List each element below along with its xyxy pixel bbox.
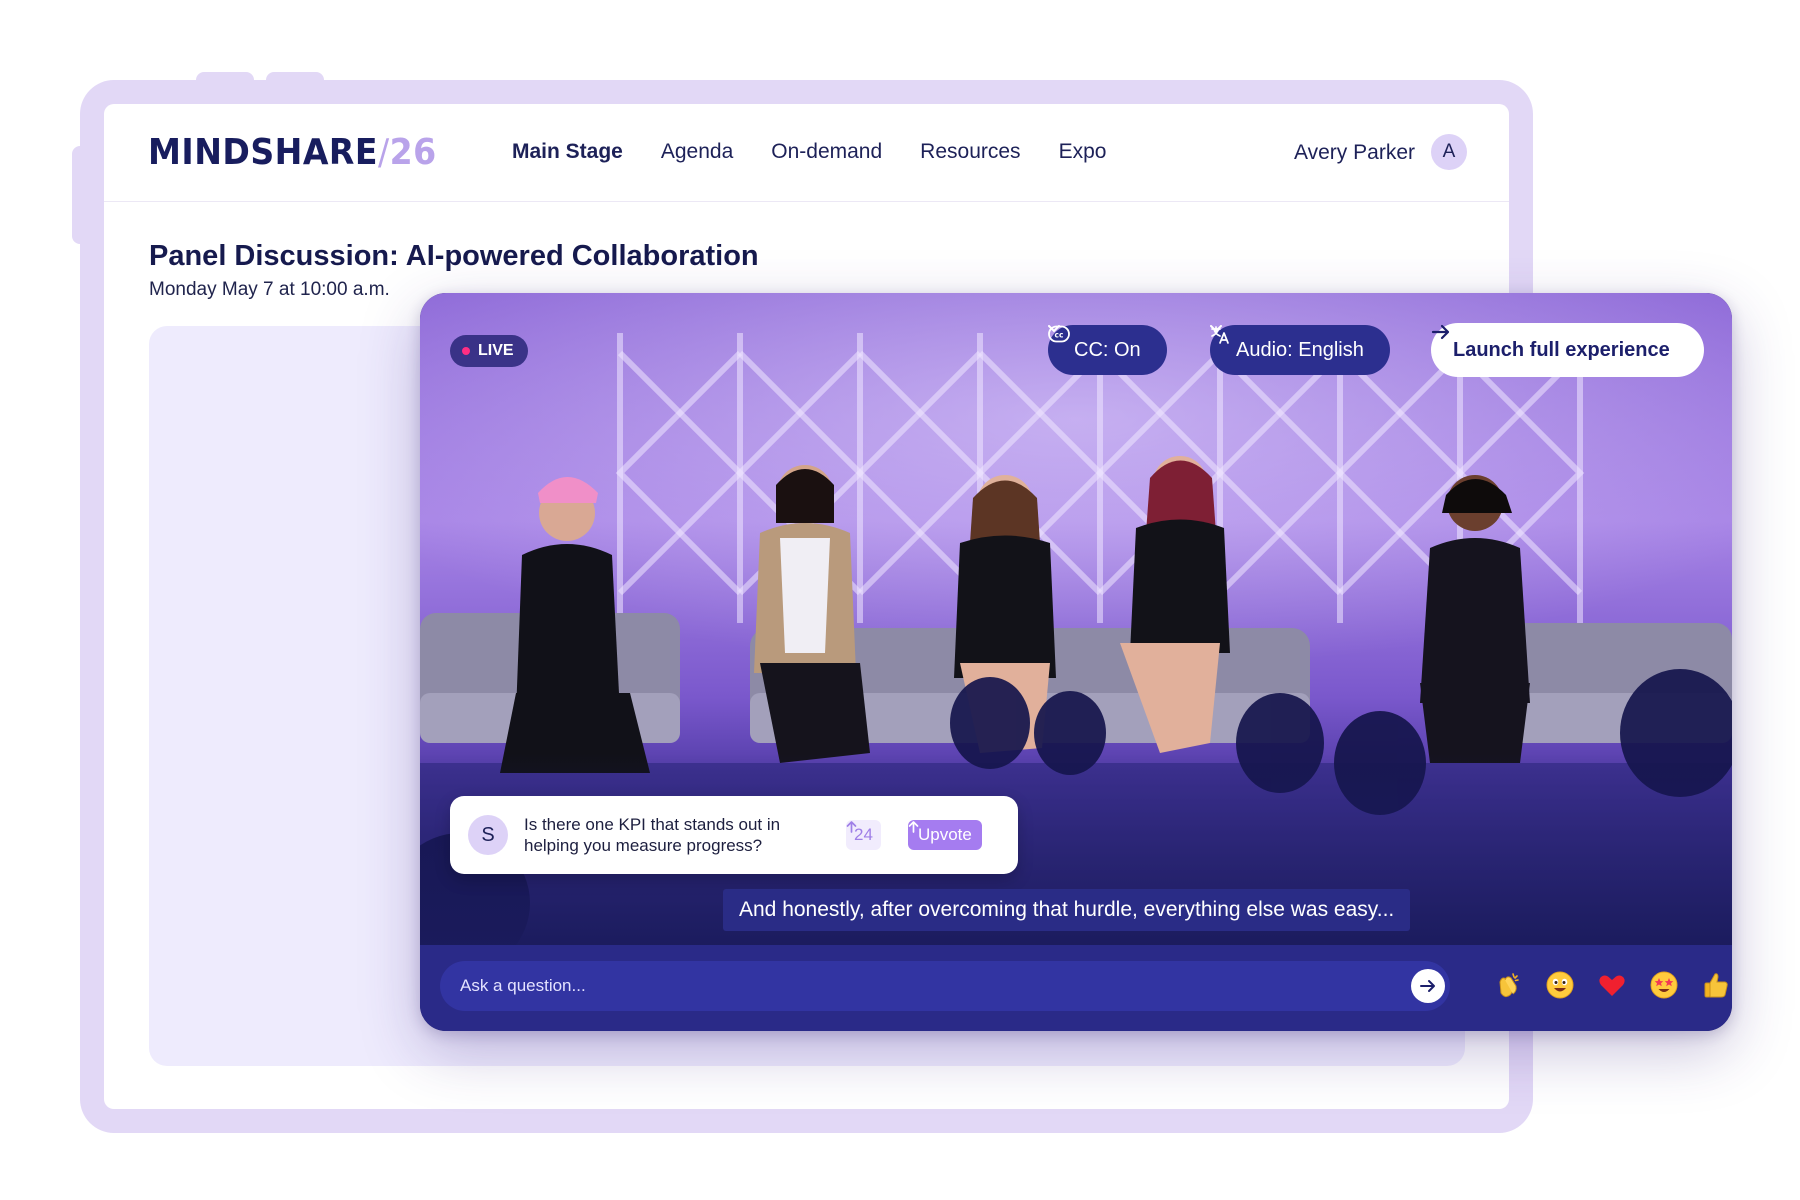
- audience-question-card: S Is there one KPI that stands out in he…: [450, 796, 1018, 874]
- upvote-button[interactable]: Upvote: [908, 820, 982, 850]
- live-video-player: LIVE cc CC: On Audio: English Launch ful…: [420, 293, 1732, 1031]
- user-name[interactable]: Avery Parker: [1294, 141, 1415, 165]
- live-badge: LIVE: [450, 335, 528, 367]
- ask-question-input[interactable]: [440, 961, 1450, 1011]
- red-heart-icon[interactable]: [1596, 969, 1628, 1001]
- frame-tab: [266, 72, 324, 86]
- brand-separator: /: [377, 132, 390, 173]
- question-text: Is there one KPI that stands out in help…: [524, 815, 781, 855]
- live-label: LIVE: [478, 342, 514, 359]
- question-author-avatar: S: [468, 815, 508, 855]
- thumbs-up-icon[interactable]: [1700, 969, 1732, 1001]
- upvote-label: Upvote: [918, 825, 972, 844]
- arrow-right-icon: [1420, 980, 1435, 992]
- session-time: Monday May 7 at 10:00 a.m.: [149, 279, 390, 300]
- video-stage[interactable]: LIVE cc CC: On Audio: English Launch ful…: [420, 293, 1732, 945]
- audio-language-dropdown[interactable]: Audio: English: [1210, 325, 1390, 375]
- user-avatar[interactable]: A: [1431, 134, 1467, 170]
- nav-item-resources[interactable]: Resources: [920, 140, 1020, 164]
- brand-logo[interactable]: MINDSHARE/26: [148, 132, 437, 173]
- grinning-face-icon[interactable]: [1544, 969, 1576, 1001]
- star-struck-icon[interactable]: [1648, 969, 1680, 1001]
- frame-tab: [196, 72, 254, 86]
- launch-label: Launch full experience: [1453, 338, 1670, 361]
- brand-name: MINDSHARE: [148, 132, 378, 173]
- arrow-up-icon: [846, 821, 857, 833]
- reaction-bar: [1492, 969, 1732, 1001]
- clapping-hands-icon[interactable]: [1492, 969, 1524, 1001]
- upvote-count: 24: [846, 820, 881, 850]
- audio-language-label: Audio: English: [1236, 338, 1364, 361]
- brand-year: 26: [389, 132, 437, 173]
- closed-captions-dropdown[interactable]: cc CC: On: [1048, 325, 1167, 375]
- interaction-bar: [420, 945, 1732, 1031]
- arrow-up-icon: [908, 821, 919, 833]
- nav-item-main-stage[interactable]: Main Stage: [512, 140, 623, 164]
- launch-full-experience-button[interactable]: Launch full experience: [1431, 323, 1704, 377]
- nav-links: Main Stage Agenda On-demand Resources Ex…: [512, 140, 1106, 164]
- live-indicator-dot: [462, 347, 470, 355]
- nav-item-agenda[interactable]: Agenda: [661, 140, 733, 164]
- live-caption: And honestly, after overcoming that hurd…: [723, 889, 1411, 931]
- send-question-button[interactable]: [1411, 969, 1445, 1003]
- top-navigation: MINDSHARE/26 Main Stage Agenda On-demand…: [104, 104, 1509, 202]
- frame-side-tab: [72, 146, 88, 244]
- nav-item-on-demand[interactable]: On-demand: [771, 140, 882, 164]
- nav-item-expo[interactable]: Expo: [1059, 140, 1107, 164]
- session-title: Panel Discussion: AI-powered Collaborati…: [149, 240, 759, 272]
- closed-captions-label: CC: On: [1074, 338, 1141, 361]
